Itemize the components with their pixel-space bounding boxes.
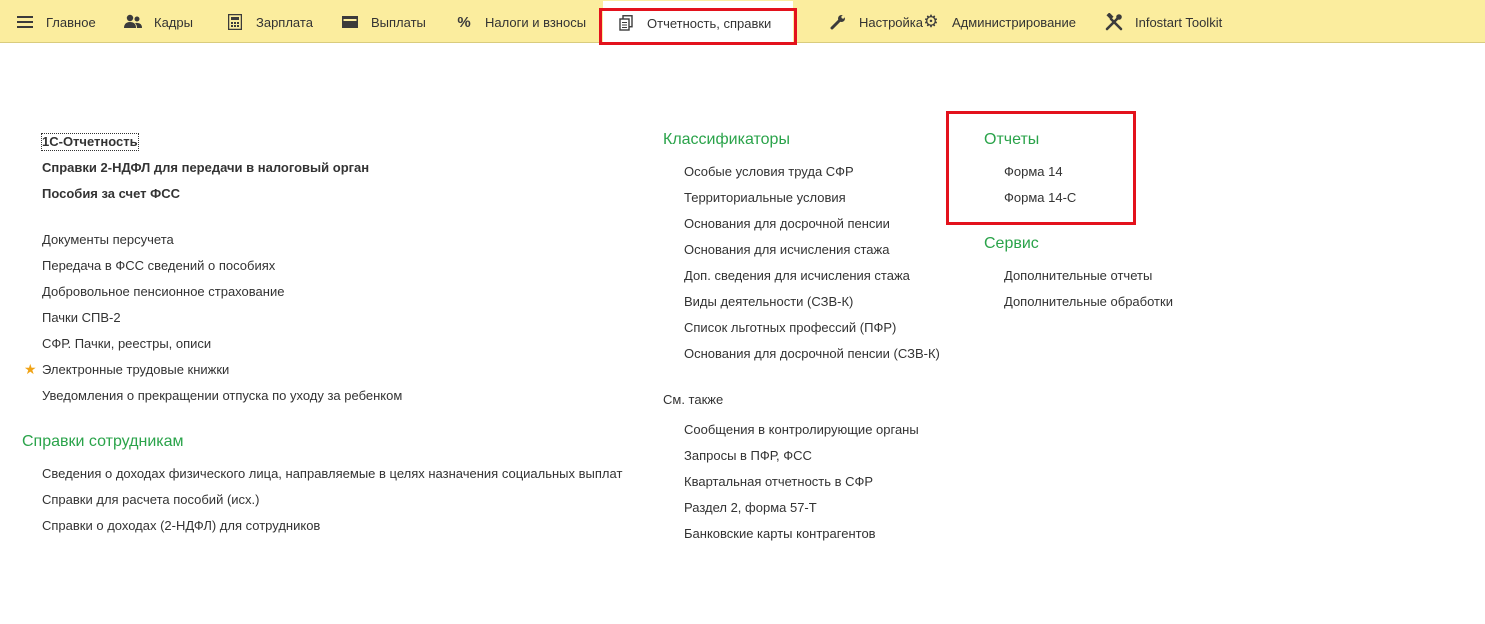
link-classifier[interactable]: Территориальные условия (684, 190, 846, 206)
gear-icon: ⚙ (923, 12, 939, 31)
link-see-also[interactable]: Запросы в ПФР, ФСС (684, 448, 812, 464)
menu-item-label: Администрирование (952, 14, 1076, 30)
link-fss-benefits[interactable]: Пособия за счет ФСС (42, 186, 180, 202)
documents-icon (617, 14, 635, 32)
menu-item-reports[interactable]: Отчетность, справки (603, 1, 793, 45)
link-additional-reports[interactable]: Дополнительные отчеты (1004, 268, 1152, 284)
menu-item-taxes[interactable]: % Налоги и взносы (455, 0, 586, 44)
link-additional-processing[interactable]: Дополнительные обработки (1004, 294, 1173, 310)
group-title-service: Сервис (984, 235, 1039, 252)
link-income-social-payments[interactable]: Сведения о доходах физического лица, нап… (42, 466, 622, 482)
link-parental-leave-notice[interactable]: Уведомления о прекращении отпуска по ухо… (42, 388, 402, 404)
menu-item-settings[interactable]: Настройка (829, 0, 923, 44)
page: Главное Кадры Зарплата Выплаты % Налоги … (0, 0, 1485, 624)
link-2ndfl-employees[interactable]: Справки о доходах (2-НДФЛ) для сотрудник… (42, 518, 320, 534)
group-title-reports: Отчеты (984, 131, 1040, 148)
link-sfr-packs[interactable]: СФР. Пачки, реестры, описи (42, 336, 211, 352)
link-see-also[interactable]: Банковские карты контрагентов (684, 526, 876, 542)
link-classifier[interactable]: Основания для досрочной пенсии (684, 216, 890, 232)
wallet-icon (341, 13, 359, 31)
link-form-14[interactable]: Форма 14 (1004, 164, 1063, 180)
menu-item-label: Отчетность, справки (647, 15, 772, 31)
menu-item-main[interactable]: Главное (16, 0, 96, 44)
link-classifier[interactable]: Виды деятельности (СЗВ-К) (684, 294, 853, 310)
menu-item-infostart-toolkit[interactable]: Infostart Toolkit (1105, 0, 1222, 44)
link-2ndfl-tax-office[interactable]: Справки 2-НДФЛ для передачи в налоговый … (42, 160, 369, 176)
calculator-icon (226, 13, 244, 31)
section-menubar: Главное Кадры Зарплата Выплаты % Налоги … (0, 0, 1485, 45)
menu-item-administration[interactable]: ⚙ Администрирование (922, 0, 1076, 44)
link-fss-benefits-transfer[interactable]: Передача в ФСС сведений о пособиях (42, 258, 275, 274)
link-spv2-packs[interactable]: Пачки СПВ-2 (42, 310, 121, 326)
menu-item-label: Infostart Toolkit (1135, 14, 1223, 30)
link-see-also[interactable]: Квартальная отчетность в СФР (684, 474, 873, 490)
menu-item-label: Кадры (154, 14, 193, 30)
menu-item-payments[interactable]: Выплаты (341, 0, 426, 44)
link-classifier[interactable]: Основания для досрочной пенсии (СЗВ-К) (684, 346, 940, 362)
wrench-icon (829, 13, 847, 31)
group-title-classifiers: Классификаторы (663, 131, 790, 148)
link-classifier[interactable]: Доп. сведения для исчисления стажа (684, 268, 910, 284)
link-see-also[interactable]: Сообщения в контролирующие органы (684, 422, 919, 438)
see-also-label: См. также (663, 392, 724, 407)
menu-item-label: Настройка (859, 14, 923, 30)
link-1c-reporting[interactable]: 1С-Отчетность (41, 133, 139, 151)
star-icon: ★ (24, 361, 37, 377)
link-classifier[interactable]: Список льготных профессий (ПФР) (684, 320, 896, 336)
menu-item-salary[interactable]: Зарплата (226, 0, 313, 44)
people-icon (124, 13, 142, 31)
percent-icon: % (457, 13, 471, 31)
group-title-employee-refs: Справки сотрудникам (22, 433, 184, 450)
link-benefit-calc-refs[interactable]: Справки для расчета пособий (исх.) (42, 492, 259, 508)
link-electronic-workbooks[interactable]: Электронные трудовые книжки (42, 362, 229, 378)
menu-item-label: Зарплата (256, 14, 313, 30)
menu-item-hr[interactable]: Кадры (124, 0, 193, 44)
link-voluntary-pension[interactable]: Добровольное пенсионное страхование (42, 284, 284, 300)
hamburger-icon (16, 13, 34, 31)
menu-item-label: Главное (46, 14, 96, 30)
link-form-14c[interactable]: Форма 14-С (1004, 190, 1076, 206)
menu-item-label: Налоги и взносы (485, 14, 587, 30)
link-classifier[interactable]: Основания для исчисления стажа (684, 242, 889, 258)
tools-icon (1105, 13, 1123, 31)
menu-item-label: Выплаты (371, 14, 426, 30)
link-see-also[interactable]: Раздел 2, форма 57-Т (684, 500, 817, 516)
link-personal-accounting-docs[interactable]: Документы персучета (42, 232, 174, 248)
link-classifier[interactable]: Особые условия труда СФР (684, 164, 854, 180)
